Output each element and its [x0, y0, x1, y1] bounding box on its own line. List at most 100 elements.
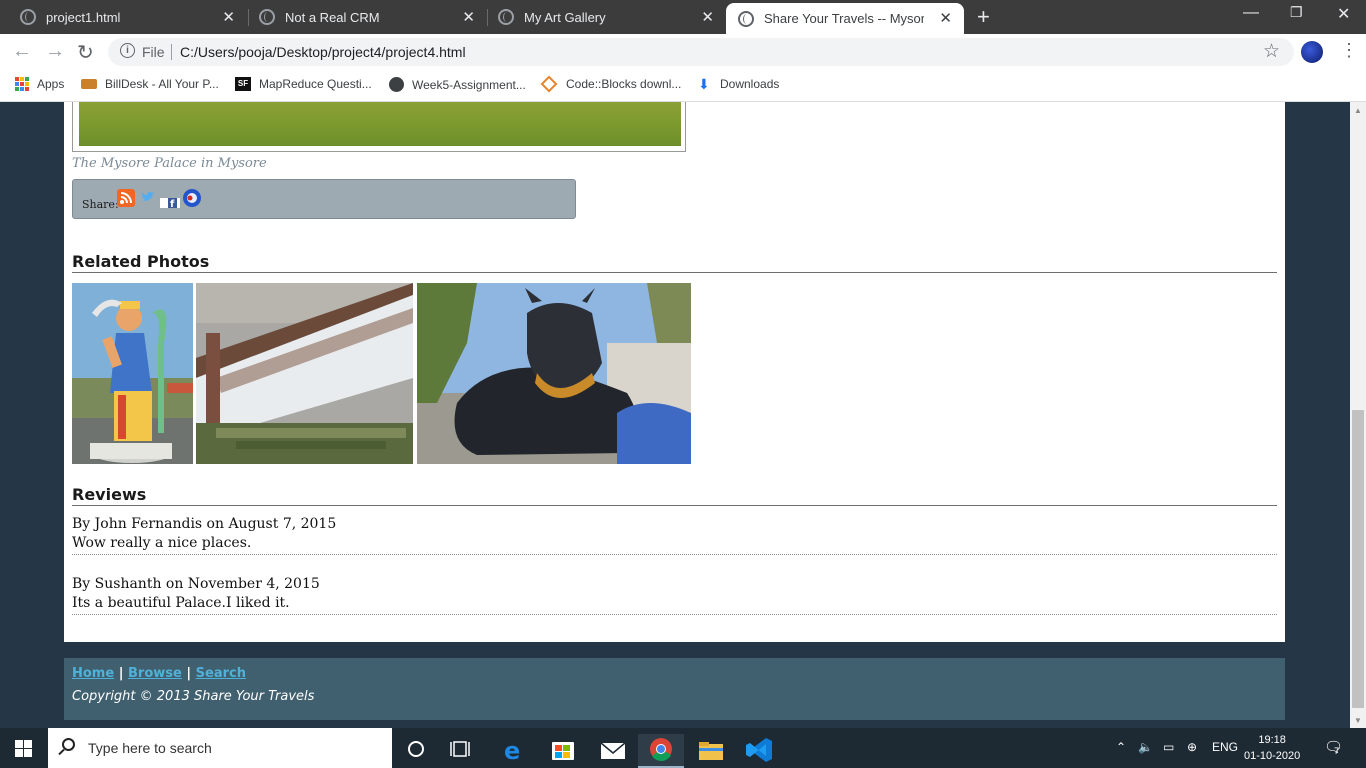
dam-image [196, 283, 413, 464]
globe-icon [738, 10, 754, 27]
tab-label: project1.html [46, 9, 121, 25]
share-box: Share: f [72, 179, 576, 219]
address-bar[interactable]: i File C:/Users/pooja/Desktop/project4/p… [108, 38, 1294, 66]
windows-start-icon[interactable] [15, 740, 32, 757]
notifications-icon[interactable]: 🗨 7 [1324, 738, 1343, 756]
footer-separator: | [186, 666, 192, 681]
taskbar-search-box[interactable]: Type here to search [48, 728, 392, 768]
page-footer: Home | Browse | Search Copyright © 2013 … [64, 658, 1285, 720]
main-photo-frame [72, 102, 686, 152]
search-icon [62, 738, 75, 751]
tab-label: Not a Real CRM [285, 9, 380, 25]
review-text: Its a beautiful Palace.I liked it. [72, 595, 290, 611]
back-arrow-icon[interactable]: ← [12, 40, 32, 63]
footer-link-browse[interactable]: Browse [128, 666, 182, 681]
new-tab-button[interactable]: + [977, 4, 990, 30]
scroll-thumb[interactable] [1352, 410, 1364, 708]
edge-browser-icon[interactable]: e [492, 734, 538, 768]
info-icon[interactable]: i [120, 43, 135, 58]
chrome-icon[interactable] [638, 734, 684, 768]
battery-icon[interactable]: ▭ [1163, 740, 1174, 754]
browser-tab-strip: project1.html ✕ Not a Real CRM ✕ My Art … [0, 0, 1366, 34]
more-menu-icon[interactable]: ⋮ [1340, 40, 1358, 61]
tab-my-art-gallery[interactable]: My Art Gallery ✕ [478, 0, 726, 34]
bookmark-label: BillDesk - All Your P... [105, 77, 219, 91]
tab-label: My Art Gallery [524, 9, 606, 25]
billdesk-icon [81, 79, 97, 89]
review-byline: By John Fernandis on August 7, 2015 [72, 516, 337, 532]
page-scrollbar[interactable]: ▲ ▼ [1350, 102, 1366, 728]
close-window-button[interactable]: ✕ [1337, 4, 1350, 24]
photo-caption: The Mysore Palace in Mysore [72, 156, 267, 171]
bookmark-week5[interactable]: Week5-Assignment... [389, 77, 526, 92]
close-icon[interactable]: ✕ [222, 8, 235, 26]
share-circle-icon[interactable] [182, 188, 202, 208]
footer-nav: Home | Browse | Search [72, 666, 246, 681]
copyright-text: Copyright © 2013 Share Your Travels [72, 689, 315, 704]
volume-icon[interactable]: 🔈 [1138, 740, 1153, 754]
sf-icon: SF [235, 77, 251, 91]
download-icon: ⬇ [698, 76, 710, 92]
bookmark-label: Apps [37, 77, 65, 91]
globe-icon [389, 77, 404, 92]
show-hidden-icons-icon[interactable]: ⌃ [1116, 740, 1126, 754]
clock-date: 01-10-2020 [1244, 750, 1301, 762]
close-icon[interactable]: ✕ [701, 8, 714, 26]
footer-link-search[interactable]: Search [196, 666, 246, 681]
related-photo-nandi[interactable] [417, 283, 691, 464]
reload-icon[interactable]: ↻ [77, 40, 94, 65]
scroll-down-arrow-icon[interactable]: ▼ [1354, 716, 1362, 725]
bookmark-apps[interactable]: Apps [15, 77, 64, 91]
facebook-icon[interactable]: f [160, 196, 180, 208]
rss-icon[interactable] [117, 189, 135, 207]
scroll-up-arrow-icon[interactable]: ▲ [1354, 106, 1362, 115]
file-explorer-icon[interactable] [688, 734, 734, 768]
windows-taskbar: Type here to search e ⌃ 🔈 ▭ ⊕ ENG 19:18 … [0, 728, 1366, 768]
bookmark-codeblocks[interactable]: Code::Blocks downl... [540, 75, 681, 93]
review-text: Wow really a nice places. [72, 535, 252, 551]
page-viewport: The Mysore Palace in Mysore Share: f Rel… [0, 102, 1350, 728]
profile-avatar[interactable] [1301, 41, 1323, 63]
twitter-icon[interactable] [141, 191, 155, 203]
main-content: The Mysore Palace in Mysore Share: f Rel… [64, 102, 1285, 642]
bookmark-label: Week5-Assignment... [412, 77, 526, 92]
globe-icon [498, 9, 514, 25]
footer-link-home[interactable]: Home [72, 666, 114, 681]
close-icon[interactable]: ✕ [939, 9, 952, 27]
svg-text:f: f [170, 199, 175, 208]
close-icon[interactable]: ✕ [462, 8, 475, 26]
network-globe-icon[interactable]: ⊕ [1187, 740, 1197, 754]
forward-arrow-icon[interactable]: → [45, 40, 65, 63]
mail-icon[interactable] [590, 734, 636, 768]
minimize-button[interactable]: — [1243, 4, 1259, 22]
address-divider [171, 44, 172, 60]
tab-project1[interactable]: project1.html ✕ [0, 0, 247, 34]
review-byline: By Sushanth on November 4, 2015 [72, 576, 320, 592]
nandi-bull-image [417, 283, 691, 464]
related-photo-dam[interactable] [196, 283, 413, 464]
bookmark-mapreduce[interactable]: SF MapReduce Questi... [235, 77, 372, 91]
footer-separator: | [118, 666, 124, 681]
bookmark-billdesk[interactable]: BillDesk - All Your P... [81, 77, 219, 91]
notification-count: 7 [1334, 746, 1340, 756]
bookmarks-bar: Apps BillDesk - All Your P... SF MapRedu… [0, 70, 1366, 102]
related-photos-heading: Related Photos [72, 252, 1277, 273]
bookmark-star-icon[interactable]: ☆ [1263, 40, 1280, 63]
share-label: Share: [82, 198, 119, 211]
taskbar-clock[interactable]: 19:18 01-10-2020 [1244, 732, 1300, 764]
browser-toolbar: ← → ↻ i File C:/Users/pooja/Desktop/proj… [0, 34, 1366, 70]
review-item: By Sushanth on November 4, 2015 Its a be… [72, 575, 1277, 615]
cortana-icon[interactable] [394, 734, 440, 768]
task-view-icon[interactable] [440, 734, 486, 768]
review-item: By John Fernandis on August 7, 2015 Wow … [72, 515, 1277, 555]
tab-share-your-travels[interactable]: Share Your Travels -- Mysore - Ch ✕ [726, 3, 964, 34]
mahishasura-statue-image [72, 283, 193, 464]
bookmark-downloads[interactable]: ⬇ Downloads [698, 77, 779, 91]
tab-not-a-real-crm[interactable]: Not a Real CRM ✕ [239, 0, 487, 34]
store-icon[interactable] [540, 734, 586, 768]
bookmark-label: Downloads [720, 77, 780, 91]
restore-button[interactable]: ❐ [1290, 4, 1303, 21]
vscode-icon[interactable] [736, 734, 782, 768]
related-photo-mahishasura[interactable] [72, 283, 193, 464]
language-indicator[interactable]: ENG [1212, 740, 1238, 754]
